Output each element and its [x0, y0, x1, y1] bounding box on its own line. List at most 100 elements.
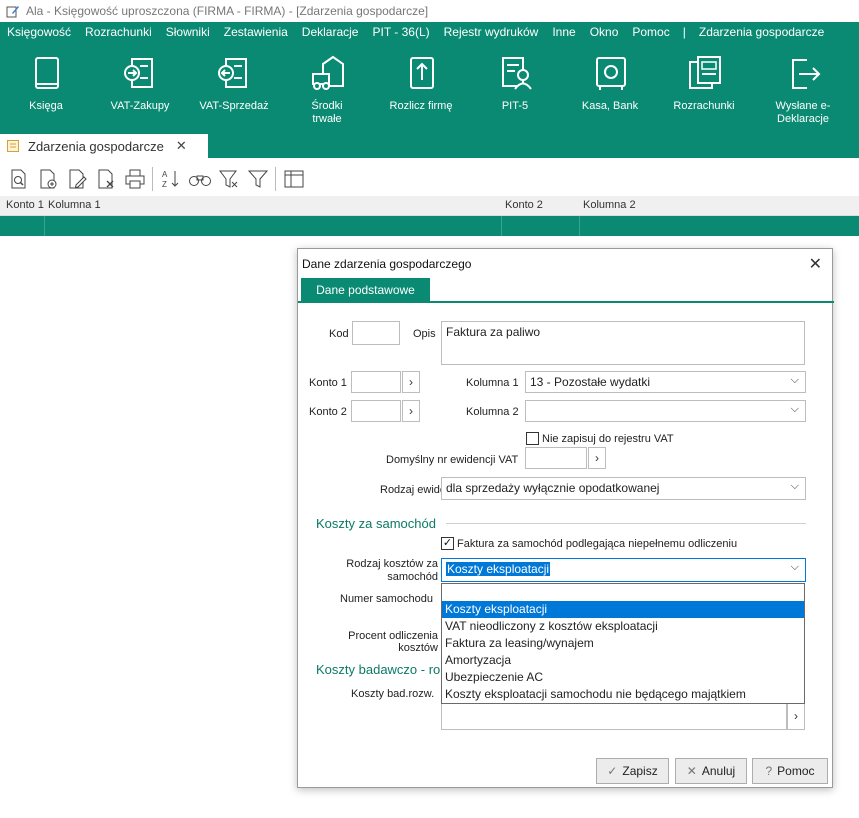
menu-zestawienia[interactable]: Zestawienia — [217, 25, 295, 39]
menu-pit36[interactable]: PIT - 36(L) — [365, 25, 436, 39]
section-koszty-samochod: Koszty za samochód — [316, 516, 436, 531]
faktura-samochod-checkbox[interactable]: ✓ — [441, 537, 454, 550]
chevron-down-icon: ⌵ — [790, 480, 799, 492]
chevron-right-icon: › — [794, 708, 798, 723]
edit-document-icon[interactable] — [62, 164, 91, 194]
ribbon-vat-zakupy-label: VAT-Zakupy — [110, 100, 170, 112]
kolumna1-select[interactable]: 13 - Pozostałe wydatki ⌵ — [525, 371, 806, 393]
print-icon[interactable] — [120, 164, 149, 194]
menu-separator: | — [682, 25, 686, 39]
konto2-picker-button[interactable]: › — [402, 400, 420, 422]
column-kolumna2[interactable]: Kolumna 2 — [583, 199, 636, 211]
document-icon — [7, 140, 19, 152]
ribbon-rozlicz-firme-button[interactable]: Rozlicz firmę — [382, 42, 460, 134]
help-icon: ? — [765, 764, 773, 778]
kolumna2-select[interactable]: ⌵ — [525, 400, 806, 422]
nr-ewidencji-picker-button[interactable]: › — [588, 447, 606, 469]
table-row[interactable] — [0, 216, 859, 236]
dropdown-option-leasing[interactable]: Faktura za leasing/wynajem — [442, 635, 804, 652]
rodzaj-kosztow-select[interactable]: Koszty eksploatacji ⌵ — [441, 558, 806, 582]
menu-pomoc[interactable]: Pomoc — [625, 25, 676, 39]
konto2-field[interactable] — [351, 400, 401, 422]
dropdown-option-ubezpieczenie-ac[interactable]: Ubezpieczenie AC — [442, 669, 804, 686]
preview-icon[interactable] — [4, 164, 33, 194]
checkmark-icon: ✓ — [607, 764, 618, 778]
list-toolbar: AZ — [0, 162, 859, 196]
ribbon-vat-zakupy-button[interactable]: VAT-Zakupy — [100, 42, 180, 134]
vat-purchase-icon — [124, 58, 153, 88]
ribbon: Księga VAT-Zakupy VAT-Sprzedaż Środki tr… — [0, 42, 859, 134]
safe-icon — [596, 57, 626, 90]
tab-label: Zdarzenia gospodarcze — [28, 138, 164, 154]
menu-okno[interactable]: Okno — [583, 25, 626, 39]
cancel-icon: ✕ — [686, 764, 697, 778]
menu-rejestr-wydrukow[interactable]: Rejestr wydruków — [437, 25, 546, 39]
add-document-icon[interactable] — [33, 164, 62, 194]
procent-odliczenia-label-1: Procent odliczenia — [348, 630, 438, 642]
ribbon-ksiega-button[interactable]: Księga — [14, 42, 78, 134]
menu-deklaracje[interactable]: Deklaracje — [295, 25, 366, 39]
close-tab-icon[interactable]: ✕ — [176, 138, 187, 154]
menu-zdarzenia-gospodarcze[interactable]: Zdarzenia gospodarcze — [692, 25, 831, 39]
column-konto2[interactable]: Konto 2 — [505, 199, 543, 211]
dropdown-option-koszty-eksploatacji[interactable]: Koszty eksploatacji — [442, 601, 804, 618]
event-data-dialog: Dane zdarzenia gospodarczego ✕ Dane pods… — [297, 248, 834, 788]
filter-clear-icon[interactable] — [214, 164, 243, 194]
ribbon-srodki-trwale-label: Środki trwałe — [311, 100, 343, 125]
konto1-field[interactable] — [351, 371, 401, 393]
nr-ewidencji-field[interactable] — [525, 447, 587, 469]
svg-text:A: A — [162, 170, 168, 179]
nie-zapisuj-checkbox[interactable] — [526, 432, 539, 445]
window-titlebar: Ala - Księgowość uproszczona (FIRMA - FI… — [0, 0, 859, 22]
kod-field[interactable] — [352, 321, 400, 345]
export-icon — [792, 59, 821, 89]
chevron-right-icon: › — [595, 451, 599, 465]
tab-zdarzenia-gospodarcze[interactable]: Zdarzenia gospodarcze ✕ — [0, 134, 208, 158]
rodzaj-kosztow-value: Koszty eksploatacji — [446, 562, 551, 576]
opis-field[interactable]: Faktura za paliwo — [441, 321, 805, 365]
kolumna2-label: Kolumna 2 — [466, 406, 519, 418]
save-button[interactable]: ✓ Zapisz — [596, 758, 669, 784]
sort-az-icon[interactable]: AZ — [156, 164, 185, 194]
kod-label: Kod — [329, 328, 349, 340]
menu-ksiegowosc[interactable]: Księgowość — [0, 25, 78, 39]
ribbon-rozrachunki-button[interactable]: Rozrachunki — [664, 42, 744, 134]
cancel-button[interactable]: ✕ Anuluj — [675, 758, 747, 784]
numer-samochodu-label: Numer samochodu — [340, 593, 433, 605]
koszty-bad-field[interactable] — [441, 701, 787, 730]
chevron-right-icon: › — [409, 375, 413, 389]
konto2-label: Konto 2 — [309, 406, 347, 418]
dropdown-option-amortyzacja[interactable]: Amortyzacja — [442, 652, 804, 669]
konto1-picker-button[interactable]: › — [402, 371, 420, 393]
ribbon-pit5-button[interactable]: PIT-5 — [486, 42, 544, 134]
section-koszty-badawcze: Koszty badawczo - ro — [316, 662, 441, 677]
grid-header: Konto 1 Kolumna 1 Konto 2 Kolumna 2 — [0, 196, 859, 216]
tab-dane-podstawowe[interactable]: Dane podstawowe — [301, 278, 430, 301]
vat-sales-icon — [218, 58, 247, 88]
menu-inne[interactable]: Inne — [545, 25, 582, 39]
koszty-bad-picker-button[interactable]: › — [787, 701, 805, 730]
column-kolumna1[interactable]: Kolumna 1 — [48, 199, 101, 211]
help-button[interactable]: ? Pomoc — [752, 758, 828, 784]
ribbon-rozlicz-firme-label: Rozlicz firmę — [389, 100, 453, 112]
column-konto1[interactable]: Konto 1 — [6, 199, 44, 211]
cancel-button-label: Anuluj — [701, 764, 736, 778]
fixed-assets-icon — [312, 55, 344, 90]
ribbon-vat-sprzedaz-button[interactable]: VAT-Sprzedaż — [192, 42, 276, 134]
ribbon-wyslane-edeklaracje-button[interactable]: Wysłane e-Deklaracje — [760, 42, 846, 134]
menu-rozrachunki[interactable]: Rozrachunki — [78, 25, 159, 39]
binoculars-icon[interactable] — [185, 164, 214, 194]
rodzaj-ewidencji-select[interactable]: dla sprzedaży wyłącznie opodatkowanej ⌵ — [441, 477, 806, 500]
menu-slowniki[interactable]: Słowniki — [159, 25, 217, 39]
columns-icon[interactable] — [279, 164, 308, 194]
tab-underline — [298, 301, 834, 303]
nr-ewidencji-label: Domyślny nr ewidencji VAT — [386, 454, 519, 466]
dropdown-option-empty[interactable] — [442, 584, 804, 601]
dropdown-option-vat-nieodliczony[interactable]: VAT nieodliczony z kosztów eksploatacji — [442, 618, 804, 635]
filter-icon[interactable] — [243, 164, 272, 194]
delete-document-icon[interactable] — [91, 164, 120, 194]
close-icon[interactable]: ✕ — [809, 254, 822, 274]
ribbon-srodki-trwale-button[interactable]: Środki trwałe — [296, 42, 358, 134]
dropdown-option-nie-majatek[interactable]: Koszty eksploatacji samochodu nie będące… — [442, 686, 804, 703]
ribbon-kasa-bank-button[interactable]: Kasa, Bank — [574, 42, 646, 134]
